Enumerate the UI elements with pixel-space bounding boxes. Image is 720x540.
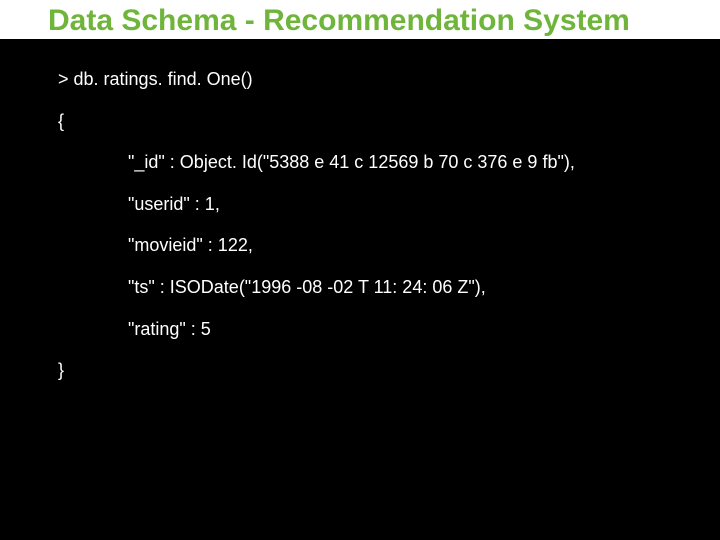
json-field-movieid: "movieid" : 122,	[58, 235, 720, 257]
slide-title: Data Schema - Recommendation System	[48, 4, 720, 37]
json-field-ts: "ts" : ISODate("1996 -08 -02 T 11: 24: 0…	[58, 277, 720, 299]
title-band: Data Schema - Recommendation System	[0, 0, 720, 39]
json-field-userid: "userid" : 1,	[58, 194, 720, 216]
json-open-brace: {	[58, 111, 720, 133]
slide: Data Schema - Recommendation System > db…	[0, 0, 720, 540]
json-field-rating: "rating" : 5	[58, 319, 720, 341]
console-command: > db. ratings. find. One()	[58, 69, 720, 91]
json-field-id: "_id" : Object. Id("5388 e 41 c 12569 b …	[58, 152, 720, 174]
console-output: > db. ratings. find. One() { "_id" : Obj…	[0, 39, 720, 382]
json-close-brace: }	[58, 360, 720, 382]
